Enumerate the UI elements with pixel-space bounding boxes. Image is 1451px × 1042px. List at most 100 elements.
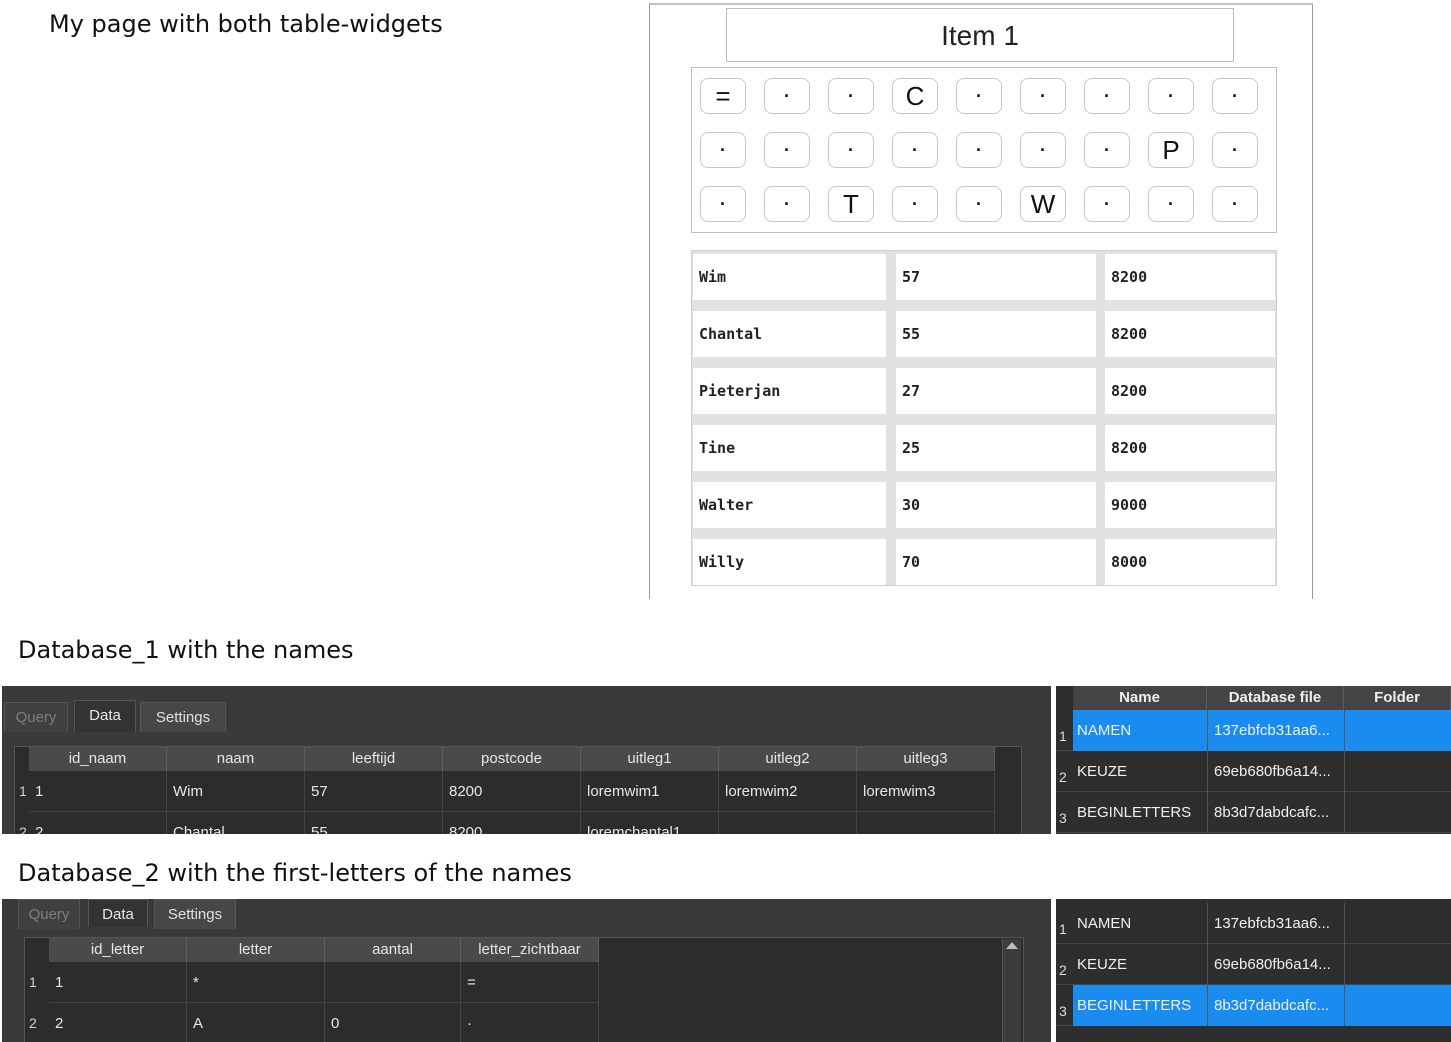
- table-cell[interactable]: ·: [461, 1003, 599, 1042]
- tab-data[interactable]: Data: [88, 899, 148, 927]
- database-name[interactable]: BEGINLETTERS: [1073, 985, 1207, 1026]
- letter-cell[interactable]: ·: [1020, 132, 1066, 168]
- table-cell[interactable]: loremwim3: [857, 771, 995, 812]
- table-cell[interactable]: =: [461, 962, 599, 1003]
- database-file[interactable]: 8b3d7dabdcafc...: [1207, 985, 1344, 1026]
- letter-cell[interactable]: ·: [1148, 186, 1194, 222]
- table-cell[interactable]: 2: [29, 812, 167, 834]
- letter-cell[interactable]: ·: [1084, 132, 1130, 168]
- letter-cell[interactable]: ·: [892, 132, 938, 168]
- table-cell[interactable]: loremwim2: [719, 771, 857, 812]
- database-folder[interactable]: [1344, 710, 1451, 751]
- table-cell[interactable]: 8200: [443, 812, 581, 834]
- column-header-uitleg1[interactable]: uitleg1: [581, 747, 719, 771]
- db1-caption: Database_1 with the names: [18, 636, 354, 664]
- scroll-up-icon[interactable]: [1006, 942, 1018, 949]
- table-cell[interactable]: 0: [325, 1003, 461, 1042]
- table-cell[interactable]: Chantal: [167, 812, 305, 834]
- database-name[interactable]: NAMEN: [1073, 710, 1207, 751]
- table-cell[interactable]: Wim: [167, 771, 305, 812]
- table-cell[interactable]: 1: [49, 962, 187, 1003]
- column-header-letter-zichtbaar[interactable]: letter_zichtbaar: [461, 938, 599, 962]
- files-header-folder[interactable]: Folder: [1344, 686, 1451, 710]
- database-name[interactable]: BEGINLETTERS: [1073, 792, 1207, 833]
- column-header-uitleg2[interactable]: uitleg2: [719, 747, 857, 771]
- tab-query[interactable]: Query: [18, 899, 80, 929]
- letter-cell[interactable]: ·: [700, 186, 746, 222]
- tab-query[interactable]: Query: [4, 702, 68, 732]
- tab-settings[interactable]: Settings: [154, 899, 236, 929]
- letter-cell[interactable]: ·: [828, 78, 874, 114]
- letter-cell[interactable]: W: [1020, 186, 1066, 222]
- file-row-beginletters[interactable]: 3 BEGINLETTERS 8b3d7dabdcafc...: [1056, 792, 1451, 833]
- table-cell[interactable]: 55: [305, 812, 443, 834]
- column-header-leeftijd[interactable]: leeftijd: [305, 747, 443, 771]
- table-cell[interactable]: A: [187, 1003, 325, 1042]
- column-header-aantal[interactable]: aantal: [325, 938, 461, 962]
- file-row-keuze[interactable]: 2 KEUZE 69eb680fb6a14...: [1056, 751, 1451, 792]
- tab-settings[interactable]: Settings: [140, 702, 226, 732]
- row-number: 3: [1059, 810, 1067, 826]
- letter-cell[interactable]: ·: [1020, 78, 1066, 114]
- letter-cell[interactable]: ·: [700, 132, 746, 168]
- database-file[interactable]: 137ebfcb31aa6...: [1207, 903, 1344, 944]
- table-cell[interactable]: [325, 962, 461, 1003]
- db2-scrollbar[interactable]: [1002, 939, 1021, 1042]
- database-name[interactable]: NAMEN: [1073, 903, 1207, 944]
- letter-cell[interactable]: ·: [764, 132, 810, 168]
- database-folder[interactable]: [1344, 985, 1451, 1026]
- letter-cell[interactable]: ·: [1084, 78, 1130, 114]
- database-file[interactable]: 137ebfcb31aa6...: [1207, 710, 1344, 751]
- letter-cell[interactable]: ·: [956, 78, 1002, 114]
- column-header-postcode[interactable]: postcode: [443, 747, 581, 771]
- file-row-keuze[interactable]: 2 KEUZE 69eb680fb6a14...: [1056, 944, 1451, 985]
- letter-cell[interactable]: ·: [956, 186, 1002, 222]
- names-table-cell: 27: [896, 368, 1096, 414]
- files-header-name[interactable]: Name: [1073, 686, 1207, 710]
- files-header-database-file[interactable]: Database file: [1207, 686, 1344, 710]
- database-file[interactable]: 8b3d7dabdcafc...: [1207, 792, 1344, 833]
- letter-cell[interactable]: ·: [764, 186, 810, 222]
- table-cell[interactable]: 1: [29, 771, 167, 812]
- column-header-id-naam[interactable]: id_naam: [29, 747, 167, 771]
- database-name[interactable]: KEUZE: [1073, 751, 1207, 792]
- file-row-namen[interactable]: 1 NAMEN 137ebfcb31aa6...: [1056, 710, 1451, 751]
- column-header-letter[interactable]: letter: [187, 938, 325, 962]
- letter-cell[interactable]: ·: [1212, 132, 1258, 168]
- database-folder[interactable]: [1344, 944, 1451, 985]
- names-table-cell: 8000: [1105, 539, 1275, 585]
- table-cell[interactable]: 8200: [443, 771, 581, 812]
- letter-cell[interactable]: C: [892, 78, 938, 114]
- file-row-beginletters[interactable]: 3 BEGINLETTERS 8b3d7dabdcafc...: [1056, 985, 1451, 1026]
- column-header-uitleg3[interactable]: uitleg3: [857, 747, 995, 771]
- letter-cell[interactable]: ·: [764, 78, 810, 114]
- letter-cell[interactable]: T: [828, 186, 874, 222]
- table-cell[interactable]: 57: [305, 771, 443, 812]
- letter-cell[interactable]: ·: [1212, 78, 1258, 114]
- table-cell[interactable]: [857, 812, 995, 834]
- table-cell[interactable]: *: [187, 962, 325, 1003]
- letter-cell[interactable]: P: [1148, 132, 1194, 168]
- column-header-naam[interactable]: naam: [167, 747, 305, 771]
- database-folder[interactable]: [1344, 903, 1451, 944]
- letter-cell[interactable]: =: [700, 78, 746, 114]
- database-name[interactable]: KEUZE: [1073, 944, 1207, 985]
- letter-cell[interactable]: ·: [828, 132, 874, 168]
- letter-cell[interactable]: ·: [1212, 186, 1258, 222]
- table-cell[interactable]: loremwim1: [581, 771, 719, 812]
- column-header-id-letter[interactable]: id_letter: [49, 938, 187, 962]
- file-row-namen[interactable]: 1 NAMEN 137ebfcb31aa6...: [1056, 903, 1451, 944]
- database-file[interactable]: 69eb680fb6a14...: [1207, 944, 1344, 985]
- letter-cell[interactable]: ·: [1084, 186, 1130, 222]
- database-file[interactable]: 69eb680fb6a14...: [1207, 751, 1344, 792]
- letter-cell[interactable]: ·: [956, 132, 1002, 168]
- table-cell[interactable]: [719, 812, 857, 834]
- row-number: 1: [19, 783, 27, 799]
- database-folder[interactable]: [1344, 751, 1451, 792]
- letter-cell[interactable]: ·: [1148, 78, 1194, 114]
- letter-cell[interactable]: ·: [892, 186, 938, 222]
- table-cell[interactable]: 2: [49, 1003, 187, 1042]
- tab-data[interactable]: Data: [74, 700, 136, 732]
- table-cell[interactable]: loremchantal1: [581, 812, 719, 834]
- database-folder[interactable]: [1344, 792, 1451, 833]
